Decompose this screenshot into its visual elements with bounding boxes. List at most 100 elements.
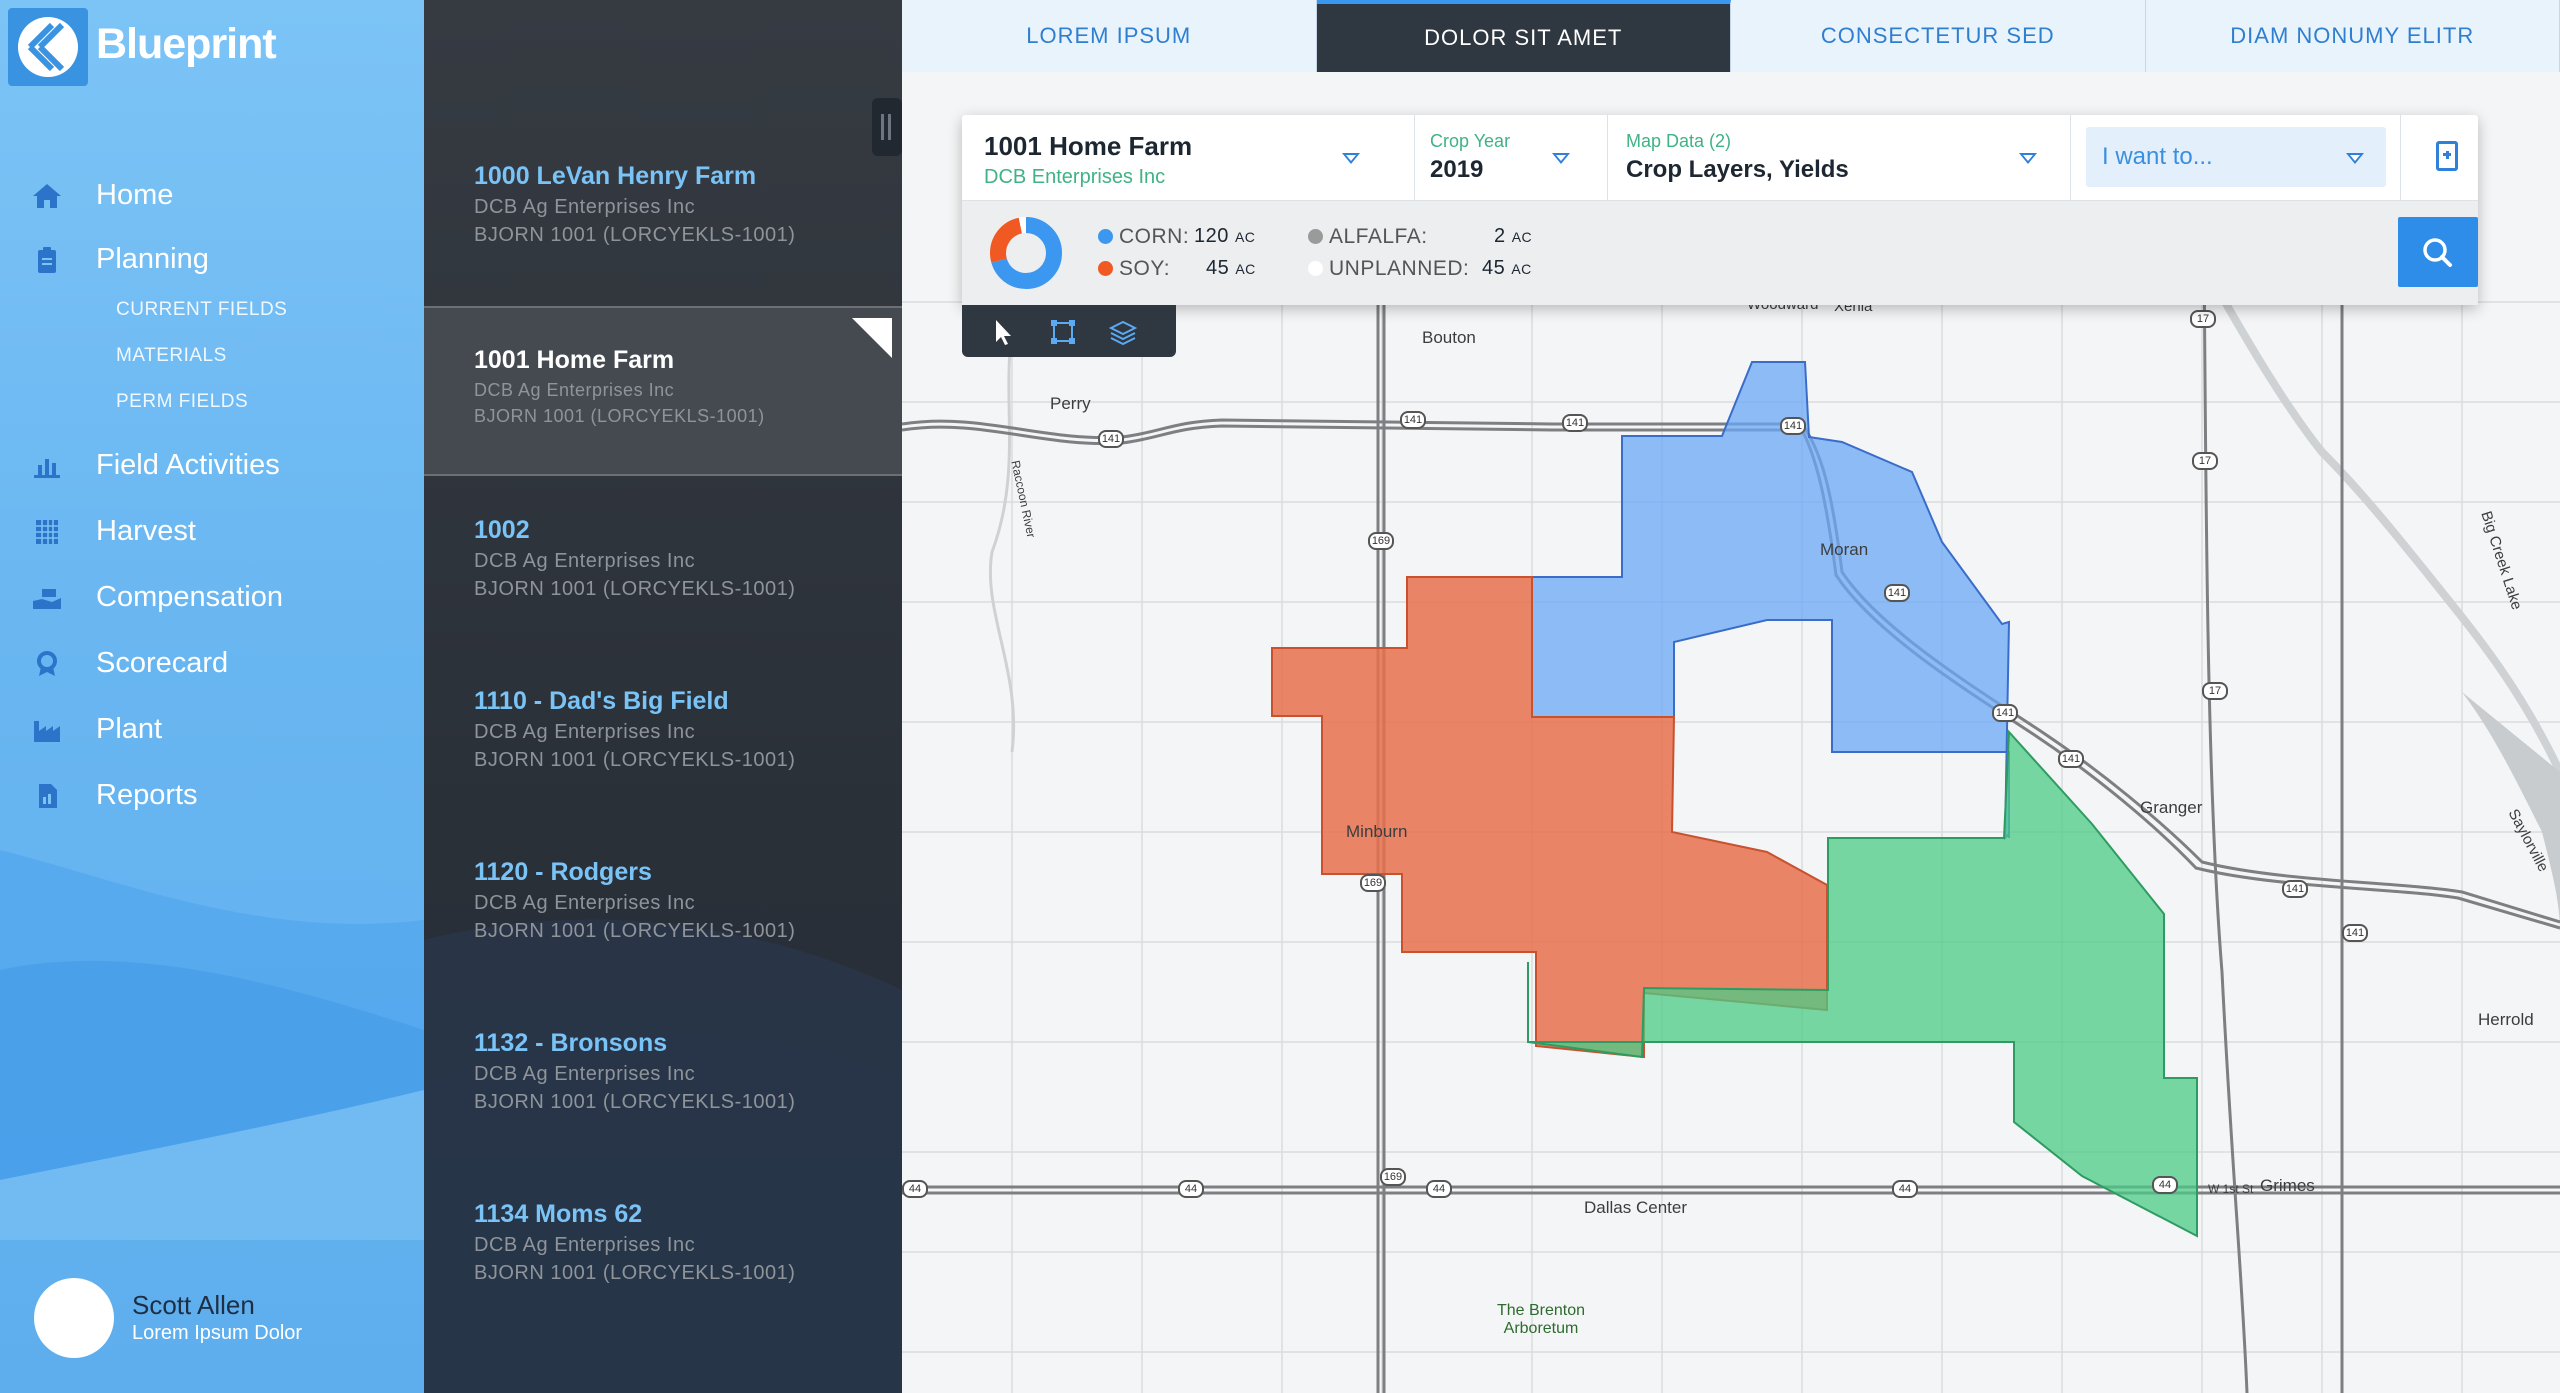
- highway-shield-141: 141: [2282, 880, 2308, 898]
- highway-shield-169: 169: [1360, 874, 1386, 892]
- crop-fields[interactable]: [1271, 361, 2198, 1238]
- i-want-to-dropdown[interactable]: I want to...: [2086, 127, 2386, 187]
- highway-shield-141: 141: [2058, 750, 2084, 768]
- map-label-granger: Granger: [2140, 798, 2203, 817]
- highway-shield-141: 141: [1400, 411, 1426, 429]
- user-avatar[interactable]: [34, 1278, 114, 1358]
- farm-name: 1110 - Dad's Big Field: [474, 687, 729, 715]
- crop-year-selector[interactable]: Crop Year 2019: [1430, 131, 1510, 184]
- farm-company: DCB Ag Enterprises Inc: [474, 380, 675, 400]
- stat-label: UNPLANNED:: [1329, 257, 1470, 280]
- bounding-box-icon: [1051, 320, 1075, 344]
- nav-label-harvest: Harvest: [96, 514, 196, 547]
- select-area-tool[interactable]: [1048, 317, 1078, 347]
- map-label-bouton: Bouton: [1422, 328, 1476, 347]
- map-label-perry: Perry: [1050, 394, 1091, 413]
- nav-item-reports[interactable]: Reports: [0, 770, 424, 820]
- map-data-selector[interactable]: Map Data (2) Crop Layers, Yields: [1626, 131, 1849, 184]
- tab-diam-nonumy-elitr[interactable]: DIAM NONUMY ELITR: [2146, 0, 2560, 72]
- user-subtitle: Lorem Ipsum Dolor: [132, 1322, 303, 1344]
- farm-code: BJORN 1001 (LORCYEKLS-1001): [474, 1262, 796, 1284]
- crop-year-chevron-icon[interactable]: [1552, 153, 1570, 164]
- stat-value: 45 AC: [1206, 257, 1256, 279]
- i-want-to-label: I want to...: [2102, 143, 2213, 170]
- selected-farm-company: DCB Enterprises Inc: [984, 166, 1166, 188]
- farm-code: BJORN 1001 (LORCYEKLS-1001): [474, 224, 796, 246]
- farm-list-item[interactable]: 1132 - Bronsons DCB Ag Enterprises Inc B…: [424, 1007, 902, 1177]
- alfalfa-dot-icon: [1308, 229, 1323, 244]
- nav-item-compensation[interactable]: Compensation: [0, 572, 424, 622]
- factory-icon: [34, 721, 60, 742]
- layers-tool[interactable]: [1108, 317, 1138, 347]
- blueprint-logo[interactable]: [8, 8, 88, 86]
- farm-name: 1000 LeVan Henry Farm: [474, 162, 757, 190]
- river-shape: [988, 331, 1016, 753]
- pointer-tool[interactable]: [988, 317, 1018, 347]
- top-tab-bar: LOREM IPSUM DOLOR SIT AMET CONSECTETUR S…: [902, 0, 2560, 86]
- farm-company: DCB Ag Enterprises Inc: [474, 721, 696, 743]
- nav-item-plant[interactable]: Plant: [0, 704, 424, 754]
- map-data-value: Crop Layers, Yields: [1626, 156, 1849, 183]
- bar-chart-icon: [34, 459, 60, 478]
- map-tool-bar: [962, 305, 1176, 357]
- nav-item-planning[interactable]: Planning: [0, 234, 424, 284]
- nav-item-harvest[interactable]: Harvest: [0, 506, 424, 556]
- farm-code: BJORN 1001 (LORCYEKLS-1001): [474, 749, 796, 771]
- farm-list-item[interactable]: 1134 Moms 62 DCB Ag Enterprises Inc BJOR…: [424, 1178, 902, 1348]
- farm-list-item[interactable]: 1000 LeVan Henry Farm DCB Ag Enterprises…: [424, 140, 902, 310]
- nav-label-reports: Reports: [96, 778, 198, 811]
- farm-company: DCB Ag Enterprises Inc: [474, 892, 696, 914]
- map-data-chevron-icon[interactable]: [2019, 153, 2037, 164]
- nav-label-scorecard: Scorecard: [96, 646, 229, 679]
- farm-dropdown-chevron-icon[interactable]: [1342, 153, 1360, 164]
- farm-code: BJORN 1001 (LORCYEKLS-1001): [474, 1091, 796, 1113]
- highway-shield-141: 141: [1098, 430, 1124, 448]
- app-brand-name: Blueprint: [96, 20, 277, 68]
- stat-label: ALFALFA:: [1329, 225, 1428, 248]
- search-icon: [2423, 238, 2452, 267]
- highway-shield-44: 44: [1178, 1180, 1204, 1198]
- tab-dolor-sit-amet[interactable]: DOLOR SIT AMET: [1316, 0, 1731, 86]
- corn-dot-icon: [1098, 229, 1113, 244]
- unplanned-dot-icon: [1308, 261, 1323, 276]
- user-name: Scott Allen: [132, 1290, 255, 1320]
- farm-name: 1002: [474, 516, 530, 544]
- crop-acreage-summary: CORN: 120 AC SOY: 45 AC ALFALFA: 2 AC UN…: [962, 201, 2478, 305]
- hand-cash-icon: [33, 589, 61, 609]
- farm-selector[interactable]: 1001 Home Farm DCB Enterprises Inc: [984, 131, 1192, 189]
- farm-list-item[interactable]: 1002 DCB Ag Enterprises Inc BJORN 1001 (…: [424, 494, 902, 664]
- highway-shield-141: 141: [1780, 417, 1806, 435]
- tab-lorem-ipsum[interactable]: LOREM IPSUM: [902, 0, 1317, 72]
- nav-sub-perm-fields[interactable]: PERM FIELDS: [116, 391, 248, 413]
- soy-dot-icon: [1098, 261, 1113, 276]
- nav-sub-materials[interactable]: MATERIALS: [116, 345, 227, 367]
- stat-corn: CORN: 120 AC: [1098, 225, 1255, 249]
- nav-label-compensation: Compensation: [96, 580, 283, 613]
- clipboard-icon: [38, 247, 56, 273]
- highway-shield-169: 169: [1368, 532, 1394, 550]
- selected-corner-marker: [852, 318, 892, 358]
- grid-pattern-icon: [36, 520, 58, 544]
- nav-label-plant: Plant: [96, 712, 163, 745]
- nav-sub-current-fields[interactable]: CURRENT FIELDS: [116, 299, 287, 321]
- farm-summary-panel: 1001 Home Farm DCB Enterprises Inc Crop …: [962, 115, 2478, 305]
- farm-list-item[interactable]: 1110 - Dad's Big Field DCB Ag Enterprise…: [424, 665, 902, 835]
- highway-shield-17: 17: [2190, 310, 2216, 328]
- nav-item-scorecard[interactable]: Scorecard: [0, 638, 424, 688]
- farm-name: 1120 - Rodgers: [474, 858, 652, 886]
- crop-year-value: 2019: [1430, 156, 1484, 183]
- highway-shield-44: 44: [2152, 1176, 2178, 1194]
- highway-shield-17: 17: [2192, 452, 2218, 470]
- map-label-arboretum: The Brenton Arboretum: [1496, 1302, 1586, 1337]
- stat-unplanned: UNPLANNED: 45 AC: [1308, 257, 1531, 281]
- farm-list-item[interactable]: 1120 - Rodgers DCB Ag Enterprises Inc BJ…: [424, 836, 902, 1006]
- nav-item-home[interactable]: Home: [0, 170, 424, 220]
- farm-name: 1132 - Bronsons: [474, 1029, 668, 1057]
- nav-item-field-activities[interactable]: Field Activities: [0, 440, 424, 490]
- crop-donut-chart: [990, 217, 1062, 289]
- farm-code: BJORN 1001 (LORCYEKLS-1001): [474, 406, 765, 426]
- search-button[interactable]: [2398, 217, 2478, 287]
- add-document-icon[interactable]: [2436, 141, 2458, 171]
- tab-consectetur-sed[interactable]: CONSECTETUR SED: [1731, 0, 2146, 72]
- farm-list-item-selected[interactable]: 1001 Home Farm DCB Ag Enterprises Inc BJ…: [424, 306, 902, 476]
